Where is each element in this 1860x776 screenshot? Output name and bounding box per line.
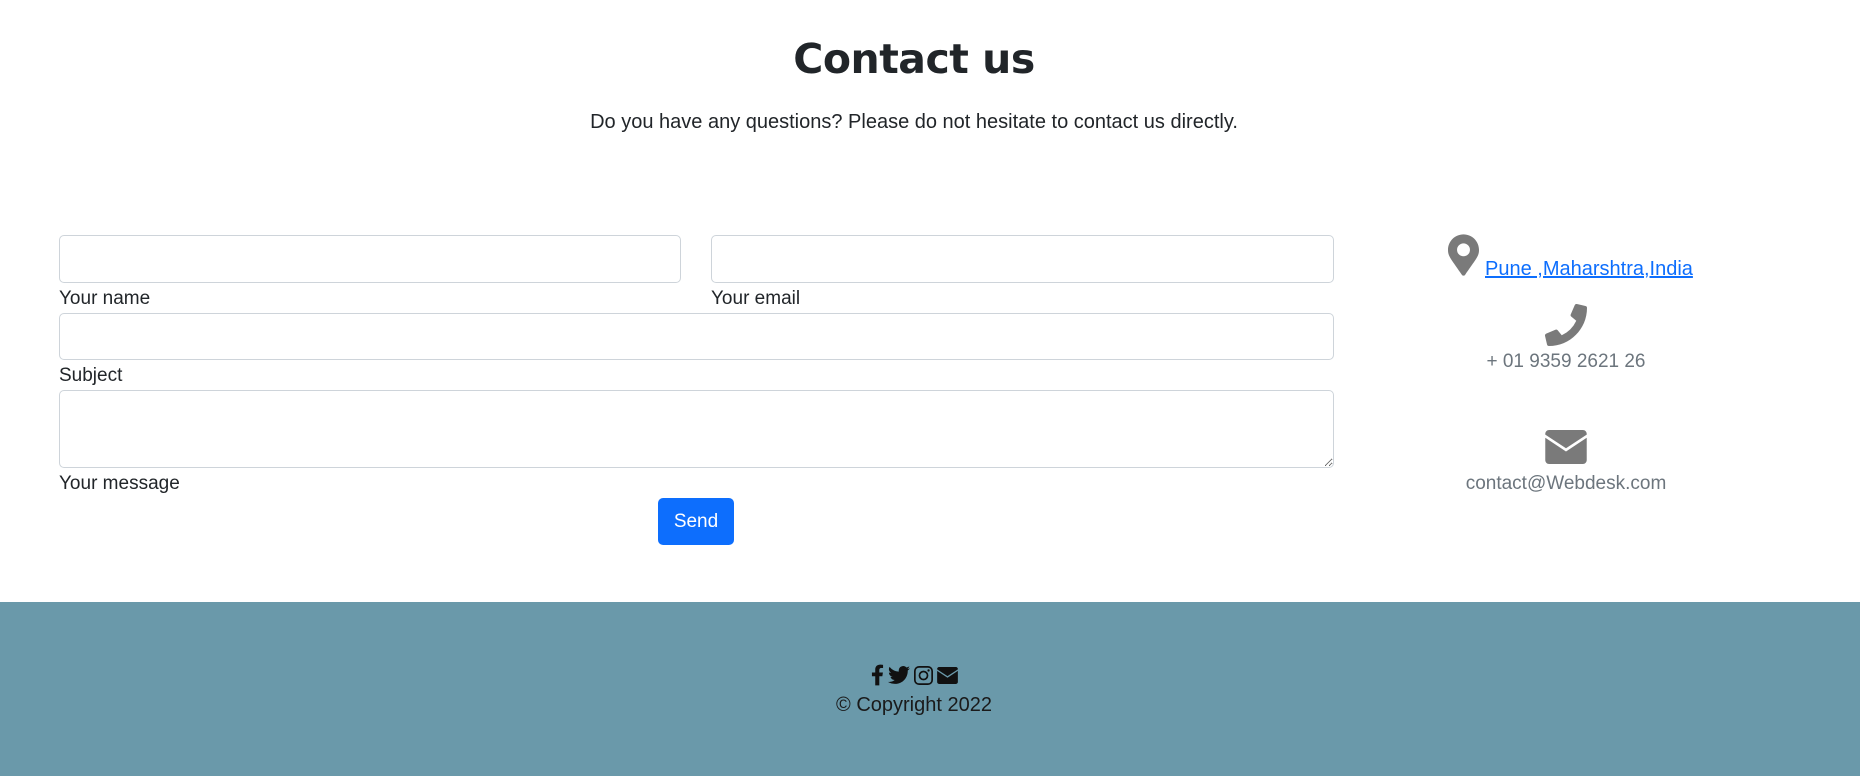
envelope-icon <box>1545 430 1587 469</box>
message-textarea[interactable] <box>59 390 1334 468</box>
address-link[interactable]: Pune ,Maharshtra,India <box>1485 258 1693 281</box>
page-subtitle: Do you have any questions? Please do not… <box>590 111 1238 133</box>
page-title: Contact us <box>793 35 1035 84</box>
send-button[interactable]: Send <box>658 498 734 545</box>
social-icons <box>0 664 1828 686</box>
contact-email: contact@Webdesk.com <box>1465 473 1667 494</box>
phone-icon <box>1545 304 1587 351</box>
twitter-icon[interactable] <box>887 665 910 685</box>
footer-envelope-icon[interactable] <box>936 666 958 684</box>
copyright-text: © Copyright 2022 <box>836 694 992 716</box>
facebook-icon[interactable] <box>871 664 884 686</box>
email-input[interactable] <box>711 235 1334 283</box>
name-label: Your name <box>59 288 151 309</box>
phone-number: + 01 9359 2621 26 <box>1486 351 1646 372</box>
map-marker-icon <box>1448 234 1479 281</box>
email-label: Your email <box>711 288 801 309</box>
subject-label: Subject <box>59 365 123 386</box>
name-input[interactable] <box>59 235 681 283</box>
subject-input[interactable] <box>59 313 1334 360</box>
message-label: Your message <box>59 473 180 494</box>
page: Contact us Do you have any questions? Pl… <box>0 0 1860 776</box>
instagram-icon[interactable] <box>913 665 933 685</box>
footer: © Copyright 2022 <box>0 602 1860 776</box>
address-row: Pune ,Maharshtra,India <box>1448 234 1693 281</box>
